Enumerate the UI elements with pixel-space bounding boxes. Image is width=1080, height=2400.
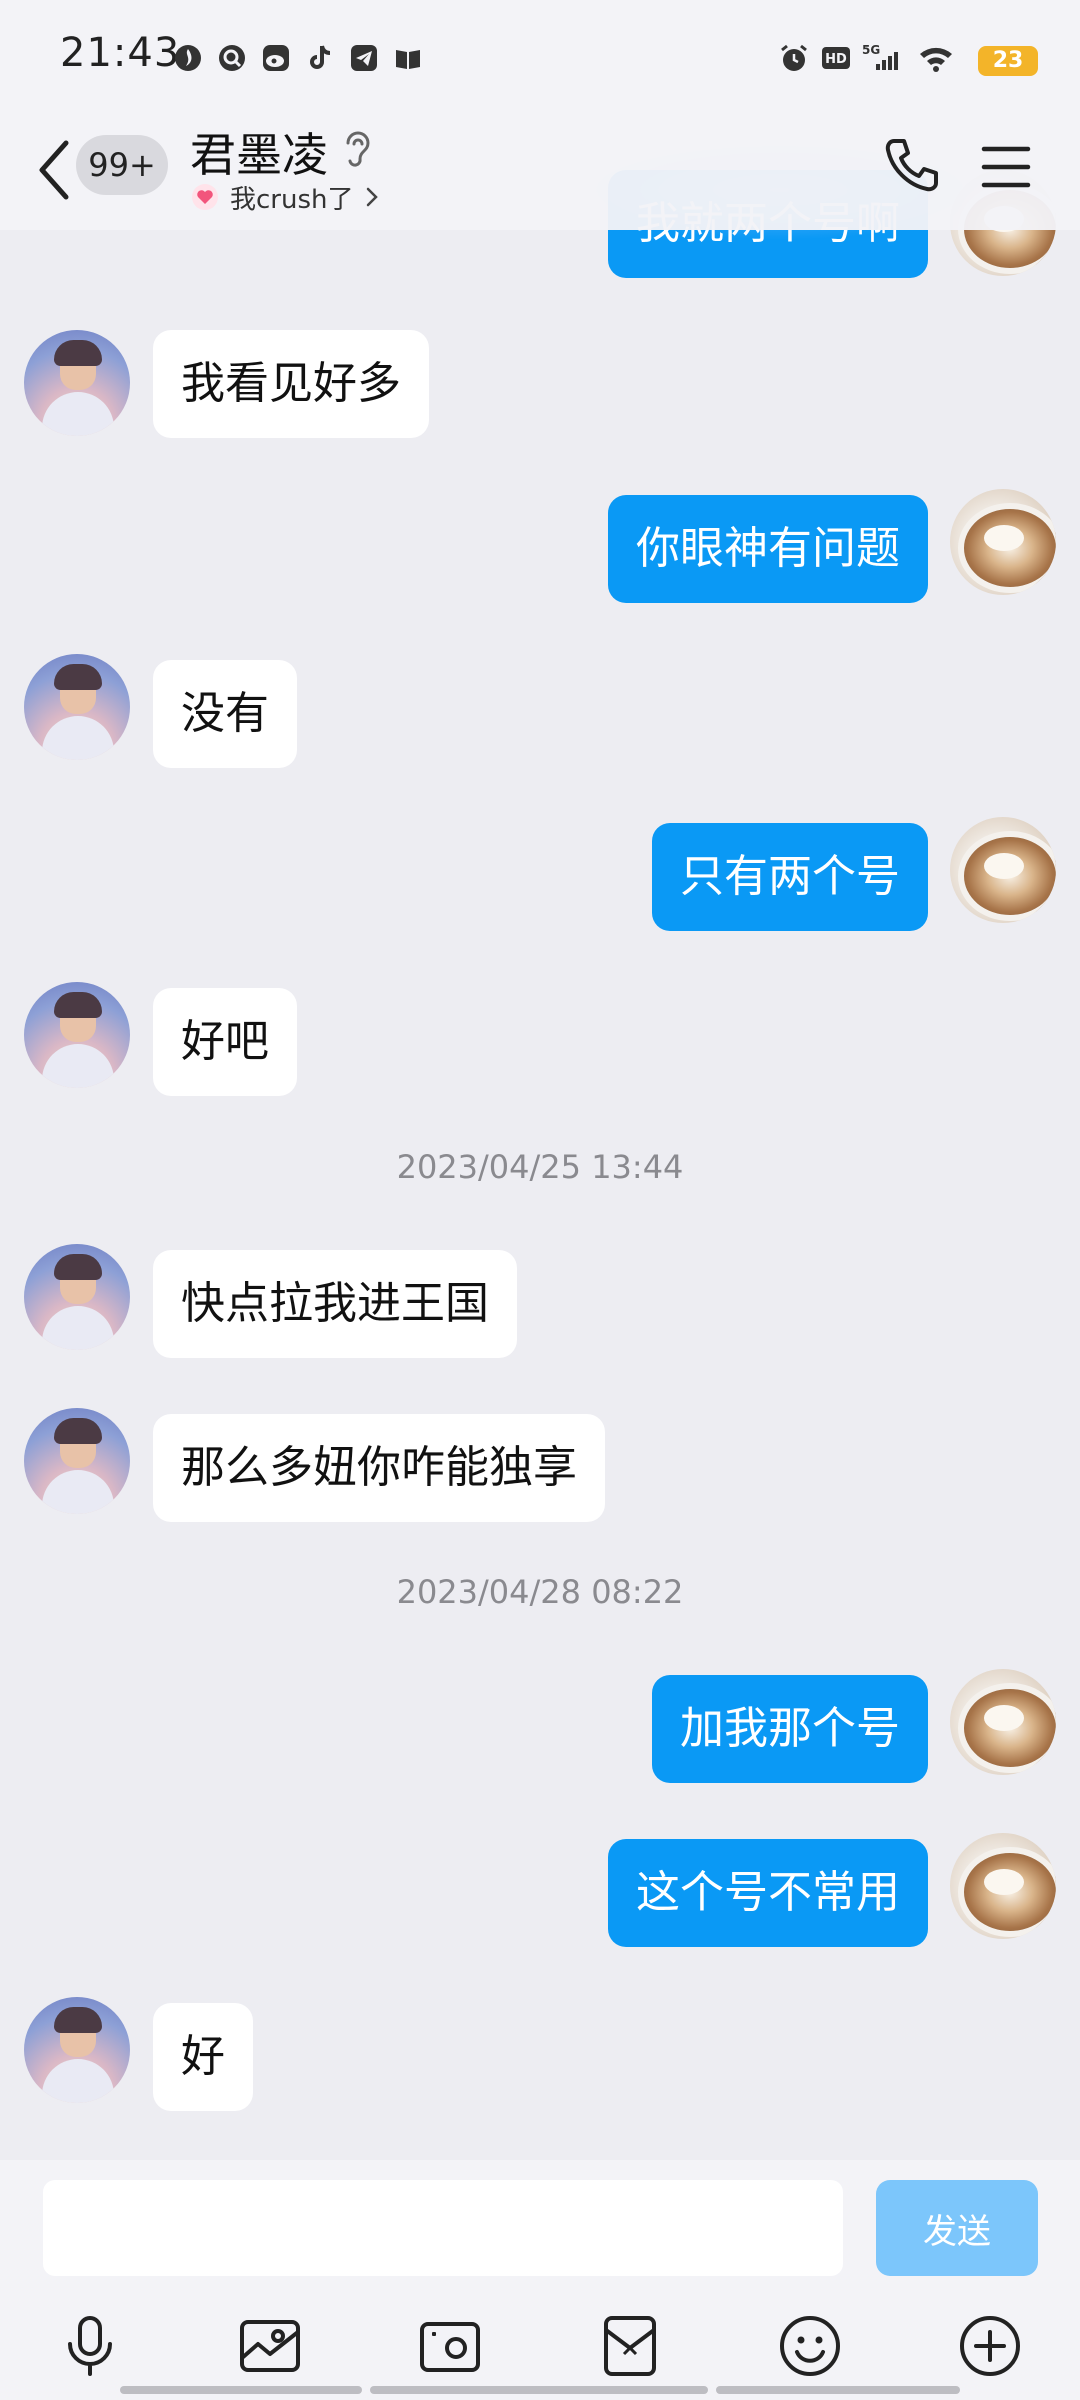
red-packet-icon[interactable] bbox=[594, 2310, 666, 2382]
home-indicator[interactable] bbox=[120, 2386, 960, 2394]
camera-icon[interactable] bbox=[414, 2310, 486, 2382]
wifi-icon bbox=[920, 47, 952, 72]
search-app-icon bbox=[219, 45, 245, 71]
contact-name[interactable]: 君墨凌 bbox=[190, 119, 328, 185]
send-button[interactable]: 发送 bbox=[876, 2180, 1038, 2276]
incoming-bubble[interactable]: 没有 bbox=[153, 660, 297, 768]
chat-header: 99+ 君墨凌 我crush了 bbox=[0, 115, 1080, 230]
chat-screen: 我就两个号啊 我看见好多 你眼神有问题 没有 只有两个号 好吧 2023/04/… bbox=[0, 0, 1080, 2400]
tiktok-icon bbox=[310, 45, 331, 69]
5g-signal-icon: 5G bbox=[862, 43, 898, 70]
relationship-tag[interactable]: 我crush了 bbox=[190, 179, 380, 215]
ear-icon[interactable] bbox=[340, 127, 374, 171]
contact-avatar[interactable] bbox=[24, 1244, 130, 1350]
contact-avatar[interactable] bbox=[24, 1408, 130, 1514]
plus-icon[interactable] bbox=[954, 2310, 1026, 2382]
battery-icon: 23 bbox=[978, 46, 1038, 76]
status-time: 21:43 bbox=[60, 30, 181, 76]
back-icon[interactable] bbox=[30, 135, 80, 205]
book-icon bbox=[396, 50, 420, 69]
my-avatar[interactable] bbox=[950, 489, 1056, 595]
timestamp-divider: 2023/04/25 13:44 bbox=[396, 1148, 684, 1186]
heart-icon bbox=[192, 184, 218, 210]
phone-icon[interactable] bbox=[880, 133, 944, 197]
status-bar: 21:43 HD 5G 23 bbox=[0, 0, 1080, 115]
relationship-label: 我crush了 bbox=[230, 184, 354, 215]
message-input[interactable] bbox=[43, 2180, 843, 2276]
outgoing-bubble[interactable]: 这个号不常用 bbox=[608, 1839, 928, 1947]
outgoing-bubble[interactable]: 加我那个号 bbox=[652, 1675, 928, 1783]
contact-avatar[interactable] bbox=[24, 654, 130, 760]
gallery-icon[interactable] bbox=[234, 2310, 306, 2382]
unread-badge[interactable]: 99+ bbox=[76, 135, 168, 195]
svg-text:HD: HD bbox=[825, 52, 847, 67]
my-avatar[interactable] bbox=[950, 1669, 1056, 1775]
incoming-bubble[interactable]: 那么多妞你咋能独享 bbox=[153, 1414, 605, 1522]
incoming-bubble[interactable]: 我看见好多 bbox=[153, 330, 429, 438]
contact-avatar[interactable] bbox=[24, 982, 130, 1088]
hd-icon: HD bbox=[822, 47, 850, 69]
microphone-icon[interactable] bbox=[54, 2310, 126, 2382]
message-list[interactable]: 我就两个号啊 我看见好多 你眼神有问题 没有 只有两个号 好吧 2023/04/… bbox=[0, 0, 1080, 2160]
contact-avatar[interactable] bbox=[24, 1997, 130, 2103]
weibo-icon bbox=[263, 45, 289, 71]
home-indicator-segment bbox=[370, 2386, 708, 2394]
home-indicator-segment bbox=[120, 2386, 362, 2394]
hot-icon bbox=[175, 45, 201, 71]
chevron-right-icon bbox=[366, 187, 378, 207]
my-avatar[interactable] bbox=[950, 1833, 1056, 1939]
telegram-icon bbox=[351, 45, 377, 71]
outgoing-bubble[interactable]: 只有两个号 bbox=[652, 823, 928, 931]
svg-text:5G: 5G bbox=[862, 43, 880, 57]
timestamp-divider: 2023/04/28 08:22 bbox=[396, 1573, 684, 1611]
menu-icon[interactable] bbox=[978, 139, 1034, 195]
home-indicator-segment bbox=[716, 2386, 960, 2394]
incoming-bubble[interactable]: 好吧 bbox=[153, 988, 297, 1096]
alarm-icon bbox=[781, 44, 807, 71]
emoji-icon[interactable] bbox=[774, 2310, 846, 2382]
contact-avatar[interactable] bbox=[24, 330, 130, 436]
input-bar: 发送 bbox=[0, 2160, 1080, 2400]
incoming-bubble[interactable]: 快点拉我进王国 bbox=[153, 1250, 517, 1358]
outgoing-bubble[interactable]: 你眼神有问题 bbox=[608, 495, 928, 603]
incoming-bubble[interactable]: 好 bbox=[153, 2003, 253, 2111]
my-avatar[interactable] bbox=[950, 817, 1056, 923]
